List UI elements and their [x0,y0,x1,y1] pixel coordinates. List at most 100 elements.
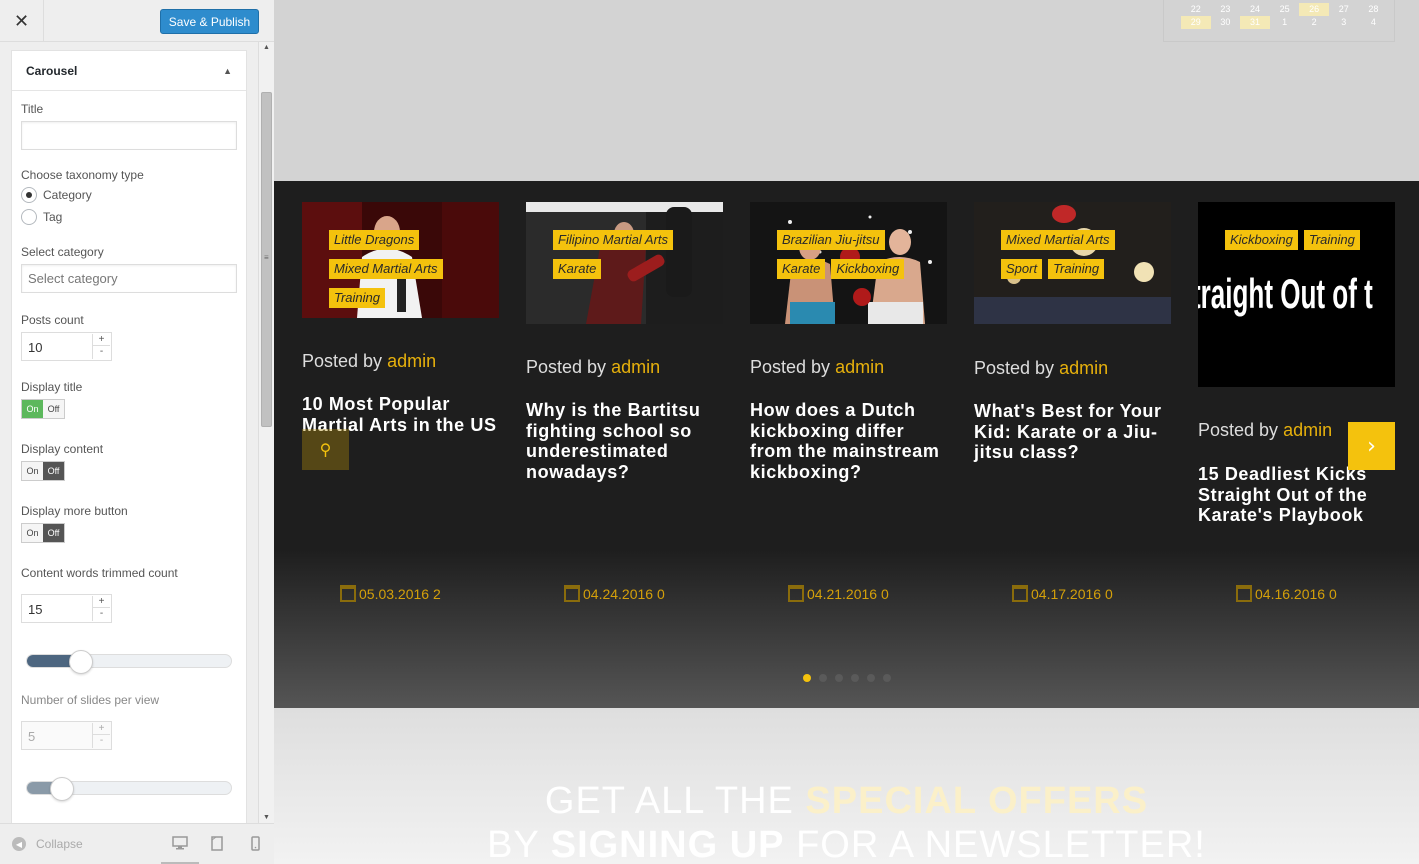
post-tag[interactable]: Mixed Martial Arts [1001,230,1115,250]
post-image[interactable]: Filipino Martial Arts Karate [526,202,723,324]
panel-scrollbar[interactable]: ▲ ≡ ▼ [258,42,274,823]
post-tag[interactable]: Karate [777,259,826,279]
mobile-preview-icon[interactable] [245,834,265,852]
title-input[interactable] [21,121,237,150]
stepper-down-icon[interactable]: - [93,608,110,620]
category-select[interactable]: Select category [21,264,237,293]
toggle-on[interactable]: On [22,462,43,480]
post-tag[interactable]: Brazilian Jiu-jitsu [777,230,885,250]
carousel-prev-button[interactable]: ⚲ [302,429,349,470]
toggle-off[interactable]: Off [43,400,64,418]
post-title[interactable]: How does a Dutch kickboxing differ from … [750,400,947,482]
newsletter-banner: GET ALL THE SPECIAL OFFERS BY SIGNING UP… [274,708,1419,864]
post-tag[interactable]: Mixed Martial Arts [329,259,443,279]
pagination-dot[interactable] [819,674,827,682]
toggle-off[interactable]: Off [43,524,64,542]
calendar-day[interactable]: 29 [1181,16,1211,29]
tablet-preview-icon[interactable] [207,834,227,852]
post-title[interactable]: 15 Deadliest Kicks Straight Out of the K… [1198,464,1395,526]
calendar-day[interactable]: 2 [1299,16,1329,29]
author-link[interactable]: admin [611,357,660,377]
words-count-stepper[interactable]: + - [92,596,110,621]
stepper-down-icon[interactable]: - [93,346,110,358]
post-tag[interactable]: Training [1303,230,1360,250]
stepper-down-icon[interactable]: - [93,735,110,747]
author-link[interactable]: admin [1283,420,1332,440]
post-tag[interactable]: Kickboxing [831,259,905,279]
radio-button[interactable] [21,209,37,225]
author-link[interactable]: admin [835,357,884,377]
pagination-dot[interactable] [867,674,875,682]
save-publish-button[interactable]: Save & Publish [160,9,259,34]
pagination-dot[interactable] [803,674,811,682]
post-title[interactable]: Why is the Bartitsu fighting school so u… [526,400,723,482]
pagination-dot[interactable] [883,674,891,682]
desktop-preview-icon[interactable] [170,834,190,852]
slides-per-view-input[interactable]: 5 + - [21,721,112,750]
close-icon[interactable]: ✕ [0,0,44,42]
calendar-day[interactable]: 27 [1329,3,1359,16]
newsletter-line-2: BY SIGNING UP FOR A NEWSLETTER! [274,824,1419,864]
posts-count-stepper[interactable]: + - [92,334,110,359]
carousel-next-button[interactable]: › [1348,422,1395,470]
post-tag[interactable]: Little Dragons [329,230,420,250]
section-title[interactable]: Carousel ▲ [12,51,246,91]
posts-count-value: 10 [28,340,43,355]
post-image[interactable]: traight Out of t Kickboxing Training [1198,202,1395,387]
words-count-slider[interactable] [26,650,232,674]
author-link[interactable]: admin [1059,358,1108,378]
posts-count-input[interactable]: 10 + - [21,332,112,361]
radio-category[interactable]: Category [21,187,92,203]
calendar-day[interactable]: 24 [1240,3,1270,16]
post-tag[interactable]: Kickboxing [1225,230,1298,250]
display-content-toggle[interactable]: On Off [21,461,65,481]
slider-handle[interactable] [69,650,93,674]
post-image[interactable]: Little Dragons Mixed Martial Arts Traini… [302,202,499,318]
post-date: 04.21.2016 0 [788,585,889,602]
calendar-day[interactable]: 4 [1359,16,1389,29]
display-title-label: Display title [21,380,83,394]
post-date-value: 04.17.2016 [1031,586,1102,602]
toggle-on[interactable]: On [22,524,43,542]
radio-button-checked[interactable] [21,187,37,203]
panel-footer: ◀ Collapse [0,823,274,864]
stepper-up-icon[interactable]: + [93,596,110,608]
calendar-day[interactable]: 22 [1181,3,1211,16]
radio-tag[interactable]: Tag [21,209,62,225]
words-count-input[interactable]: 15 + - [21,594,112,623]
pagination-dot[interactable] [835,674,843,682]
slides-per-view-stepper[interactable]: + - [92,723,110,748]
display-more-toggle[interactable]: On Off [21,523,65,543]
scroll-up-icon[interactable]: ▲ [263,44,270,51]
calendar-day[interactable]: 3 [1329,16,1359,29]
post-image[interactable]: Brazilian Jiu-jitsu Karate Kickboxing [750,202,947,324]
calendar-day[interactable]: 30 [1211,16,1241,29]
stepper-up-icon[interactable]: + [93,334,110,346]
scrollbar-thumb[interactable]: ≡ [261,92,272,427]
toggle-off[interactable]: Off [43,462,64,480]
calendar-day[interactable]: 1 [1270,16,1300,29]
post-date: 04.17.2016 0 [1012,585,1113,602]
post-tag[interactable]: Training [1048,259,1105,279]
author-link[interactable]: admin [387,351,436,371]
display-title-toggle[interactable]: On Off [21,399,65,419]
post-tag[interactable]: Training [329,288,386,308]
pagination-dot[interactable] [851,674,859,682]
slider-handle[interactable] [50,777,74,801]
stepper-up-icon[interactable]: + [93,723,110,735]
caret-up-icon[interactable]: ▲ [223,66,232,76]
calendar-day[interactable]: 23 [1211,3,1241,16]
post-tag[interactable]: Karate [553,259,602,279]
collapse-button[interactable]: ◀ Collapse [12,837,83,851]
post-tag[interactable]: Sport [1001,259,1043,279]
calendar-day[interactable]: 26 [1299,3,1329,16]
scroll-down-icon[interactable]: ▼ [263,814,270,821]
slides-per-view-slider[interactable] [26,777,232,801]
calendar-day[interactable]: 28 [1359,3,1389,16]
toggle-on[interactable]: On [22,400,43,418]
calendar-day[interactable]: 31 [1240,16,1270,29]
calendar-day[interactable]: 25 [1270,3,1300,16]
post-tag[interactable]: Filipino Martial Arts [553,230,674,250]
post-title[interactable]: What's Best for Your Kid: Karate or a Ji… [974,401,1171,463]
post-image[interactable]: Mixed Martial Arts Sport Training [974,202,1171,324]
